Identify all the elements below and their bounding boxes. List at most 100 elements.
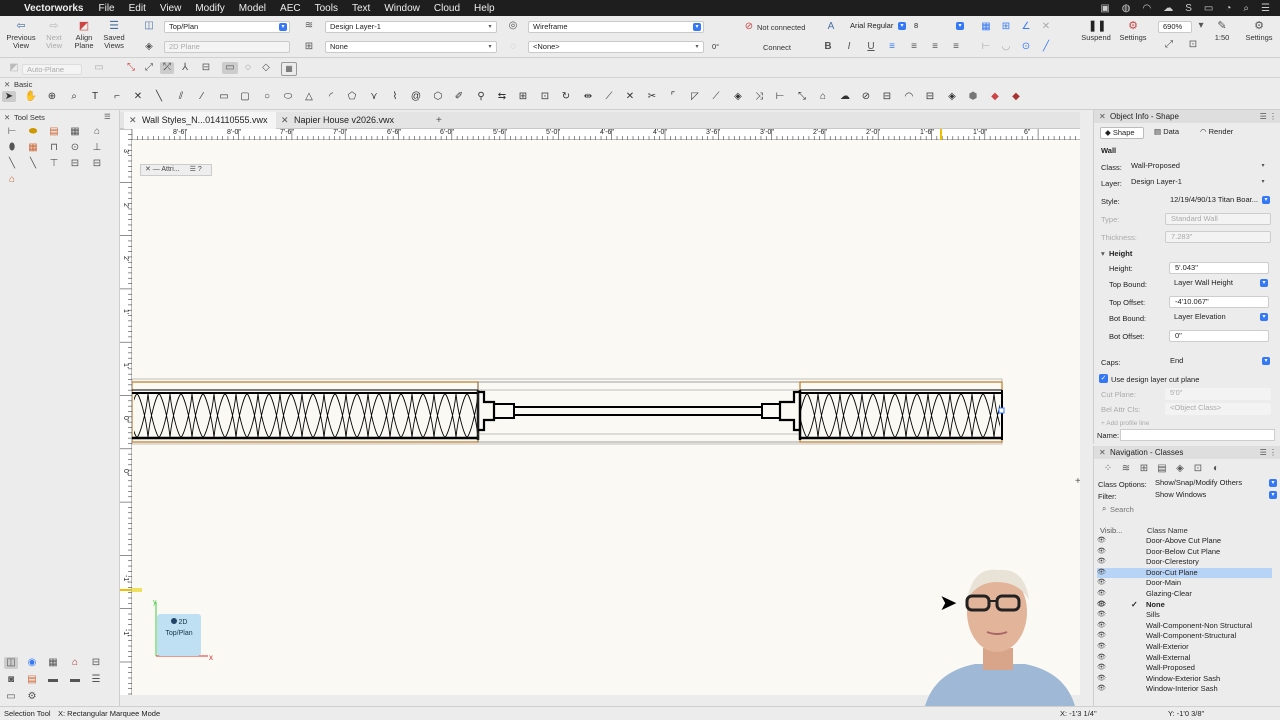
list-item[interactable]: 👁 Door-Above Cut Plane: [1097, 536, 1272, 547]
reshape-tool-icon[interactable]: ⤨: [752, 91, 766, 102]
justify-icon[interactable]: ≡: [950, 41, 962, 53]
snap-others-icon[interactable]: ⁘: [1102, 463, 1114, 475]
references-tab-icon[interactable]: ⊡: [1192, 463, 1204, 475]
zoom-select[interactable]: 690%: [1158, 21, 1192, 33]
vectorworks-tray-icon[interactable]: ◍: [1122, 3, 1131, 14]
italic-icon[interactable]: I: [843, 41, 855, 53]
zoom-area-icon[interactable]: ⊡: [1186, 39, 1200, 51]
top-offset-field[interactable]: -4'10.067": [1169, 296, 1269, 308]
add-profile-line[interactable]: + Add profile line: [1101, 420, 1149, 427]
viewports-tab-icon[interactable]: ◐: [1210, 463, 1222, 475]
eye-icon[interactable]: 👁: [1097, 642, 1107, 653]
mep-set-icon[interactable]: ⊙: [68, 142, 82, 154]
move-by-points-tool-icon[interactable]: ⊞: [516, 91, 530, 102]
truss-set-icon[interactable]: ⊟: [68, 158, 82, 170]
mode-reshape-icon[interactable]: ⊟: [198, 62, 214, 74]
menu-window[interactable]: Window: [377, 3, 427, 14]
snap-angle-icon[interactable]: ∠: [1018, 21, 1034, 33]
double-line-tool-icon[interactable]: ⫽: [174, 91, 188, 102]
screen-record-icon[interactable]: ▣: [1100, 3, 1109, 14]
eye-icon[interactable]: 👁: [1097, 600, 1107, 611]
pan-tool-icon[interactable]: ✋: [24, 91, 38, 102]
rigging-set-icon[interactable]: ⊟: [90, 158, 104, 170]
search-icon[interactable]: ⌕: [1243, 3, 1249, 14]
control-center-icon[interactable]: ☰: [1261, 3, 1270, 14]
polygon-tool-icon[interactable]: ⬠: [345, 91, 359, 102]
push-pull-tool-icon[interactable]: ◈: [945, 91, 959, 102]
building-shell-set-icon[interactable]: ⬬: [26, 126, 40, 138]
fabrication-set-icon[interactable]: ⊥: [90, 142, 104, 154]
headphones-icon[interactable]: ◠: [1143, 3, 1152, 14]
eye-icon[interactable]: 👁: [1097, 631, 1107, 642]
split-tool-icon[interactable]: ⟋: [602, 91, 616, 102]
menu-icon[interactable]: ☰ ⋮: [1260, 446, 1277, 459]
add-tab-icon[interactable]: +: [436, 115, 442, 126]
plane-mode-icon[interactable]: ◩: [8, 62, 20, 74]
projection-select[interactable]: <None> ▾: [528, 41, 704, 53]
eyedropper-tool-icon[interactable]: ✐: [452, 91, 466, 102]
use-cut-plane-checkbox[interactable]: ✓: [1099, 374, 1108, 383]
plane-lock-icon[interactable]: ▭: [92, 62, 106, 74]
documents-tools-icon[interactable]: ▤: [25, 674, 39, 686]
auto-plane-select[interactable]: Auto-Plane: [22, 64, 82, 75]
snap-object-icon[interactable]: ⊞: [998, 21, 1014, 33]
bot-bound-select[interactable]: Layer Elevation ▾: [1169, 312, 1269, 324]
search-input[interactable]: [1110, 504, 1275, 515]
regular-polygon-tool-icon[interactable]: ⬡: [431, 91, 445, 102]
align-plane-button[interactable]: ◩ Align Plane: [70, 20, 98, 50]
filter-select[interactable]: Show Windows ▾: [1150, 490, 1278, 502]
rotated-rect-tool-icon[interactable]: ⊟: [880, 91, 894, 102]
chevron-down-icon[interactable]: ▾: [1196, 20, 1206, 32]
eye-icon[interactable]: 👁: [1097, 653, 1107, 664]
menu-aec[interactable]: AEC: [273, 3, 308, 14]
close-icon[interactable]: ✕: [129, 112, 137, 129]
trim-tool-icon[interactable]: ✕: [623, 91, 637, 102]
tape-measure-tool-icon[interactable]: ⤡: [795, 91, 809, 102]
entertainment-tools-icon[interactable]: ⚙: [25, 691, 39, 703]
eye-icon[interactable]: 👁: [1097, 684, 1107, 695]
annotate-tools-icon[interactable]: ⊟: [89, 657, 103, 669]
align-right-icon[interactable]: ≡: [929, 41, 941, 53]
polyline-tool-icon[interactable]: ⋎: [367, 91, 381, 102]
render-mode-select[interactable]: Wireframe ▾: [528, 21, 704, 33]
list-item[interactable]: 👁 Wall-External: [1097, 653, 1272, 664]
mode-select-transform-icon[interactable]: ⤢: [142, 62, 156, 74]
furniture-set-icon[interactable]: ⊓: [47, 142, 61, 154]
detailing-set-icon[interactable]: ⬮: [5, 142, 19, 154]
double-line-2-tool-icon[interactable]: ∕: [195, 91, 209, 102]
freehand-tool-icon[interactable]: ⌇: [388, 91, 402, 102]
close-icon[interactable]: ✕ —: [145, 166, 160, 173]
tab-napier-house[interactable]: ✕ Napier House v2026.vwx: [276, 112, 416, 129]
rectangle-tool-icon[interactable]: ▭: [217, 91, 231, 102]
mode-snap-icon[interactable]: ⅄: [178, 62, 192, 74]
underline-icon[interactable]: U: [865, 41, 877, 53]
locus-tool-icon[interactable]: ✕: [131, 91, 145, 102]
tab-data[interactable]: ▤ Data: [1150, 127, 1190, 139]
fillet-tool-icon[interactable]: ⌜: [666, 91, 680, 102]
layers-tab-icon[interactable]: ≋: [1120, 463, 1132, 475]
chamfer-tool-icon[interactable]: ◸: [688, 91, 702, 102]
rounded-rectangle-tool-icon[interactable]: ▢: [238, 91, 252, 102]
list-item[interactable]: 👁 Wall-Component-Non Structural: [1097, 621, 1272, 632]
settings-button[interactable]: ⚙ Settings: [1242, 20, 1276, 42]
caps-select[interactable]: End ▾: [1165, 356, 1271, 368]
eye-icon[interactable]: 👁: [1097, 557, 1107, 568]
mode-lasso-icon[interactable]: ◌: [240, 62, 256, 74]
list-item[interactable]: 👁 Door-Main: [1097, 578, 1272, 589]
eye-icon[interactable]: 👁: [1097, 621, 1107, 632]
menu-icon[interactable]: ☰: [104, 112, 111, 121]
eye-icon[interactable]: 👁: [1097, 578, 1107, 589]
snap-edge-icon[interactable]: ╱: [1038, 41, 1054, 53]
chevron-down-icon[interactable]: ▾: [1101, 249, 1105, 258]
clip-tool-icon[interactable]: ✂: [645, 91, 659, 102]
palette-close-icon[interactable]: ✕: [4, 80, 10, 89]
eye-icon[interactable]: 👁: [1097, 610, 1107, 621]
class-options-select[interactable]: Show/Snap/Modify Others ▾: [1150, 478, 1278, 490]
oval-tool-icon[interactable]: ⬭: [281, 91, 295, 102]
tab-wall-styles[interactable]: ✕ Wall Styles_N...014110555.vwx: [124, 112, 276, 129]
font-select[interactable]: Arial Regular ▾: [846, 21, 908, 33]
visibility-column[interactable]: Visib...: [1100, 526, 1122, 535]
lighting-set-icon[interactable]: ╲: [5, 158, 19, 170]
snap-grid-icon[interactable]: ▦: [978, 21, 994, 33]
list-item[interactable]: 👁 Glazing-Clear: [1097, 589, 1272, 600]
